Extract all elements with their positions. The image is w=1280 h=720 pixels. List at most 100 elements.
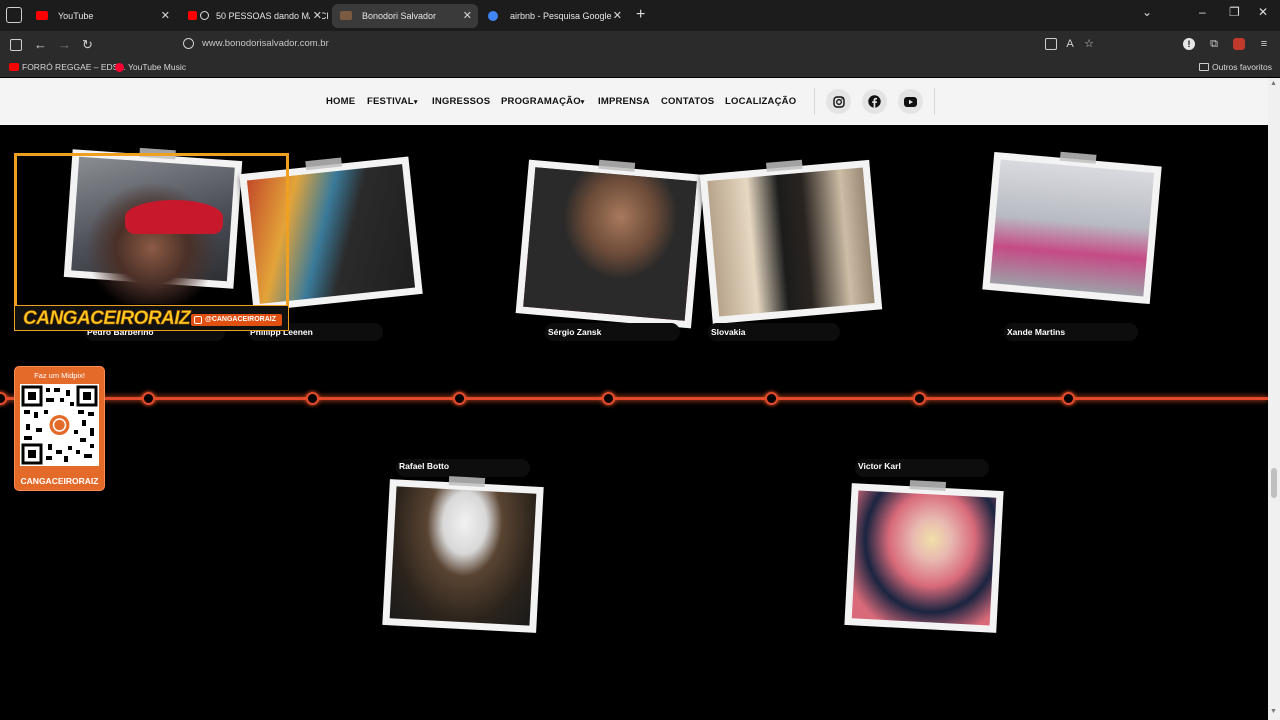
scroll-up-arrow-icon[interactable]: ▲	[1270, 80, 1277, 87]
bonodori-favicon-icon	[340, 11, 352, 20]
scrollbar-thumb[interactable]	[1271, 468, 1277, 498]
tab-bonodori-salvador[interactable]: Bonodori Salvador ✕	[332, 4, 478, 28]
qr-handle: CANGACEIRORAIZ	[20, 476, 99, 486]
photo-tape	[1059, 151, 1097, 164]
favorite-star-icon[interactable]: ☆	[1083, 38, 1095, 50]
youtube-music-favicon-icon	[115, 63, 124, 72]
nav-home[interactable]: HOME	[326, 96, 355, 107]
site-navbar: HOME FESTIVAL▾ INGRESSOS PROGRAMAÇÃO▾ IM…	[0, 78, 1268, 125]
translate-icon[interactable]: A	[1064, 38, 1076, 50]
tab-title: Bonodori Salvador	[362, 11, 437, 21]
reload-icon[interactable]: ↻	[82, 37, 93, 53]
close-tab-icon[interactable]: ✕	[161, 4, 170, 28]
nav-localizacao[interactable]: LOCALIZAÇÃO	[725, 96, 796, 107]
streamer-banner: CANGACEIRORAIZ @CANGACEIRORAIZ	[14, 305, 289, 331]
forward-icon[interactable]: →	[58, 37, 71, 52]
nav-festival-label: FESTIVAL	[367, 96, 414, 107]
timeline-node	[453, 392, 466, 405]
bookmark-forro-reggae[interactable]: FORRÓ REGGAE – EDS...	[9, 62, 125, 72]
close-window-icon[interactable]: ✕	[1258, 5, 1268, 19]
audio-playing-icon[interactable]	[200, 11, 209, 20]
tab-bar: YouTube ✕ 50 PESSOAS dando MATCH ✕ Bonod…	[0, 0, 1280, 31]
artist-name-victor-karl: Victor Karl	[858, 461, 901, 471]
extension-icon[interactable]: !	[1183, 38, 1195, 50]
install-app-icon[interactable]	[1045, 38, 1057, 50]
other-bookmarks[interactable]: Outros favoritos	[1199, 62, 1272, 72]
restore-icon[interactable]: ❐	[1229, 5, 1240, 19]
minimize-icon[interactable]: –	[1199, 5, 1206, 19]
photo-tape	[909, 480, 947, 492]
artist-photo-slovakia[interactable]	[699, 159, 883, 325]
page-scrollbar[interactable]: ▲ ▼	[1268, 78, 1280, 720]
artist-photo-rafael-botto[interactable]	[382, 476, 544, 633]
tab-youtube[interactable]: YouTube ✕	[28, 4, 176, 28]
bookmark-label: FORRÓ REGGAE – EDS...	[22, 62, 126, 72]
youtube-favicon-icon	[36, 11, 48, 20]
photo-tape	[305, 157, 343, 171]
caret-down-icon: ▾	[580, 99, 585, 106]
timeline-node	[142, 392, 155, 405]
timeline-node	[765, 392, 778, 405]
youtube-favicon-icon	[188, 11, 197, 20]
artist-image	[851, 490, 997, 626]
facebook-icon[interactable]	[862, 89, 887, 114]
scroll-down-arrow-icon[interactable]: ▼	[1270, 708, 1277, 715]
artist-image	[523, 167, 697, 321]
photo-tape	[766, 159, 803, 172]
artist-image	[707, 167, 875, 317]
tab-actions-icon[interactable]	[6, 7, 22, 23]
qr-code-image	[20, 384, 99, 466]
timeline-node	[0, 392, 7, 405]
tab-50-pessoas[interactable]: 50 PESSOAS dando MATCH ✕	[180, 4, 328, 28]
profile-extension-icon[interactable]	[1233, 38, 1245, 50]
url-field[interactable]: www.bonodorisalvador.com.br	[202, 38, 329, 49]
back-icon[interactable]: ←	[34, 37, 47, 52]
extensions-puzzle-icon[interactable]: ⧉	[1208, 38, 1220, 50]
artist-name-rafael-botto: Rafael Botto	[399, 461, 450, 471]
pix-qr-card: Faz um Midpix! CANGACEIRORAIZ	[14, 366, 105, 491]
timeline-node	[306, 392, 319, 405]
nav-festival[interactable]: FESTIVAL▾	[367, 96, 418, 107]
artist-name-sergio-zansk: Sérgio Zansk	[548, 327, 602, 337]
nav-programacao[interactable]: PROGRAMAÇÃO▾	[501, 96, 585, 107]
bookmark-youtube-music[interactable]: YouTube Music	[115, 62, 186, 72]
artist-image	[389, 486, 537, 626]
nav-imprensa[interactable]: IMPRENSA	[598, 96, 650, 107]
close-tab-icon[interactable]: ✕	[309, 4, 322, 28]
address-bar-row: ← → ↻ www.bonodorisalvador.com.br A ☆ ! …	[0, 31, 1280, 59]
nav-ingressos[interactable]: INGRESSOS	[432, 96, 490, 107]
artist-photo-xande-martins[interactable]	[982, 151, 1162, 305]
photo-tape	[448, 476, 486, 488]
instagram-icon[interactable]	[826, 89, 851, 114]
artist-photo-victor-karl[interactable]	[844, 480, 1004, 633]
folder-icon	[1199, 63, 1209, 71]
webcam-overlay	[14, 153, 289, 306]
site-info-icon[interactable]	[183, 38, 194, 49]
close-tab-icon[interactable]: ✕	[463, 4, 472, 28]
banner-handle: @CANGACEIRORAIZ	[191, 314, 282, 326]
timeline-node	[1062, 392, 1075, 405]
tab-list-chevron-icon[interactable]: ⌄	[1142, 5, 1152, 19]
tab-airbnb-google[interactable]: airbnb - Pesquisa Google ✕	[480, 4, 628, 28]
timeline-node	[913, 392, 926, 405]
bookmarks-bar: FORRÓ REGGAE – EDS... YouTube Music Outr…	[0, 59, 1280, 77]
browser-menu-icon[interactable]: ≡	[1258, 38, 1270, 50]
banner-title: CANGACEIRORAIZ	[23, 308, 191, 330]
artist-image	[989, 159, 1155, 297]
artist-name-slovakia: Slovakia	[711, 327, 746, 337]
banner-handle-text: @CANGACEIRORAIZ	[205, 316, 276, 323]
qr-title: Faz um Midpix!	[34, 371, 85, 380]
youtube-icon[interactable]	[898, 89, 923, 114]
sidebar-toggle-icon[interactable]	[10, 39, 22, 51]
artists-timeline-section: Pedro Barberino Phillipp Leenen Sérgio Z…	[0, 125, 1268, 720]
close-tab-icon[interactable]: ✕	[613, 4, 622, 28]
instagram-icon	[194, 316, 202, 324]
artist-photo-sergio-zansk[interactable]	[515, 159, 705, 329]
bookmark-label: YouTube Music	[128, 62, 186, 72]
other-bookmarks-label: Outros favoritos	[1212, 62, 1272, 72]
streamer-hat-image	[125, 200, 223, 234]
tab-title: airbnb - Pesquisa Google	[510, 11, 612, 21]
streamer-webcam-image	[67, 164, 237, 304]
nav-contatos[interactable]: CONTATOS	[661, 96, 714, 107]
new-tab-button[interactable]: +	[636, 6, 645, 24]
